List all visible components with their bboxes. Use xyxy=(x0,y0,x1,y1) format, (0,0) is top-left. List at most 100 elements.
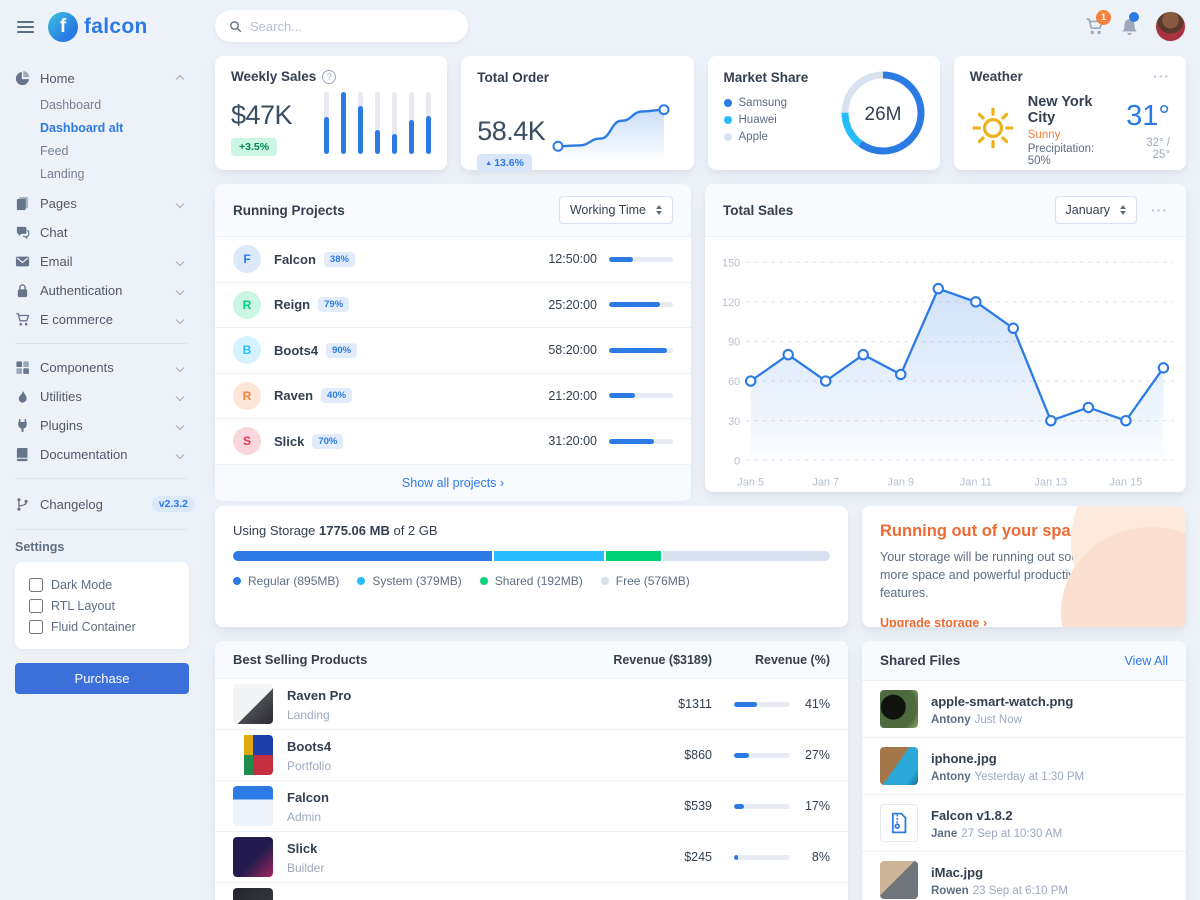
user-avatar[interactable] xyxy=(1155,11,1186,42)
sidebar-item-home[interactable]: Home xyxy=(15,64,195,93)
working-time-select[interactable]: Working Time xyxy=(559,196,673,224)
sidebar-subitem-dashboard-alt[interactable]: Dashboard alt xyxy=(40,116,195,139)
pages-icon xyxy=(15,196,30,211)
sidebar-item-pages[interactable]: Pages xyxy=(15,189,195,218)
sidebar-subitem-landing[interactable]: Landing xyxy=(40,162,195,185)
product-thumbnail xyxy=(233,888,273,900)
product-list: Raven ProLanding $1311 41% Boots4Portfol… xyxy=(215,679,848,900)
market-share-title: Market Share xyxy=(724,70,809,85)
more-menu-icon[interactable]: ··· xyxy=(1153,73,1170,80)
storage-row: Using Storage 1775.06 MB of 2 GB Regular… xyxy=(215,506,1186,627)
sidebar-item-utilities[interactable]: Utilities xyxy=(15,382,195,411)
cart-icon[interactable]: 1 xyxy=(1085,17,1104,36)
upgrade-storage-link[interactable]: Upgrade storage › xyxy=(880,616,987,627)
sidebar-item-e-commerce[interactable]: E commerce xyxy=(15,305,195,334)
sidebar-item-documentation[interactable]: Documentation xyxy=(15,440,195,469)
total-order-title: Total Order xyxy=(477,70,549,85)
project-name-link[interactable]: Reign xyxy=(274,297,310,312)
upgrade-storage-card: Running out of your space? Your storage … xyxy=(862,506,1186,627)
product-name-link[interactable]: Slick xyxy=(287,841,317,856)
weather-temperature: 31° xyxy=(1126,100,1170,133)
weekly-sales-value: $47K xyxy=(231,100,292,131)
setting-option-dark-mode: Dark Mode xyxy=(29,574,175,595)
checkbox-dark-mode[interactable] xyxy=(29,578,43,592)
storage-segment-regular xyxy=(233,551,492,561)
weather-condition: Sunny xyxy=(1028,129,1114,141)
product-name-link[interactable]: Boots4 xyxy=(287,739,331,754)
bottom-row: Best Selling Products Revenue ($3189) Re… xyxy=(215,641,1186,900)
divider xyxy=(15,529,187,530)
sidebar-item-changelog[interactable]: Changelog v2.3.2 xyxy=(15,488,195,520)
brand-name: falcon xyxy=(84,15,148,39)
product-row-raven-pro: Raven ProLanding $1311 41% xyxy=(215,679,848,730)
revenue-header: Revenue ($3189) xyxy=(562,653,712,667)
project-name-link[interactable]: Falcon xyxy=(274,252,316,267)
bell-icon[interactable] xyxy=(1120,17,1139,36)
search-input[interactable] xyxy=(250,19,454,34)
shared-files-title: Shared Files xyxy=(880,653,960,668)
project-name-link[interactable]: Slick xyxy=(274,434,304,449)
sidebar-subitem-dashboard[interactable]: Dashboard xyxy=(40,93,195,116)
file-name-link[interactable]: apple-smart-watch.png xyxy=(931,694,1073,709)
bar xyxy=(409,92,414,154)
sidebar-item-label: Components xyxy=(40,360,167,375)
best-selling-title: Best Selling Products xyxy=(233,652,562,667)
sidebar-item-label: Documentation xyxy=(40,447,167,462)
project-row-boots4: B Boots4 90% 58:20:00 xyxy=(215,328,691,374)
project-name-link[interactable]: Boots4 xyxy=(274,343,318,358)
storage-legend: Regular (895MB)System (379MB)Shared (192… xyxy=(233,574,830,588)
svg-text:Jan 11: Jan 11 xyxy=(960,476,992,488)
sidebar-item-label: Home xyxy=(40,71,167,86)
file-row-imac.jpg: iMac.jpg Rowen23 Sep at 6:10 PM xyxy=(862,852,1186,900)
product-row-falcon: FalconAdmin $539 17% xyxy=(215,781,848,832)
bar xyxy=(324,92,329,154)
product-percent: 27% xyxy=(790,748,830,762)
project-progress-bar xyxy=(609,393,673,398)
sidebar-item-authentication[interactable]: Authentication xyxy=(15,276,195,305)
month-select[interactable]: January xyxy=(1055,196,1137,224)
svg-text:Jan 13: Jan 13 xyxy=(1034,476,1067,488)
total-order-card: Total Order 58.4K ▲13.6% xyxy=(461,56,693,170)
project-row-reign: R Reign 79% 25:20:00 xyxy=(215,283,691,329)
email-icon xyxy=(15,254,30,269)
project-percent-badge: 90% xyxy=(326,343,357,358)
market-share-donut-chart: 26M xyxy=(838,68,928,163)
help-icon[interactable]: ? xyxy=(322,70,336,84)
storage-segment-free xyxy=(663,551,830,561)
weekly-sales-title: Weekly Sales xyxy=(231,69,316,84)
sidebar-item-components[interactable]: Components xyxy=(15,353,195,382)
brand-logo[interactable]: f falcon xyxy=(48,12,148,42)
file-name-link[interactable]: Falcon v1.8.2 xyxy=(931,808,1013,823)
product-name-link[interactable]: Raven Pro xyxy=(287,688,351,703)
checkbox-fluid-container[interactable] xyxy=(29,620,43,634)
menu-toggle-icon[interactable] xyxy=(15,17,36,37)
file-row-apple-smart-watch.png: apple-smart-watch.png AntonyJust Now xyxy=(862,681,1186,738)
divider xyxy=(15,343,187,344)
sidebar: f falcon Home DashboardDashboard altFeedL… xyxy=(0,0,201,900)
project-name-link[interactable]: Raven xyxy=(274,388,313,403)
file-name-link[interactable]: iphone.jpg xyxy=(931,751,997,766)
running-projects-title: Running Projects xyxy=(233,203,345,218)
sidebar-item-chat[interactable]: Chat xyxy=(15,218,195,247)
sidebar-item-email[interactable]: Email xyxy=(15,247,195,276)
sidebar-subitem-feed[interactable]: Feed xyxy=(40,139,195,162)
svg-text:90: 90 xyxy=(728,337,740,349)
project-list: F Falcon 38% 12:50:00 R Reign 79% 25:20:… xyxy=(215,237,691,465)
more-menu-icon[interactable]: ··· xyxy=(1151,207,1168,214)
sidebar-item-label: Email xyxy=(40,254,167,269)
weather-high-low: 32° / 25° xyxy=(1126,137,1170,161)
file-name-link[interactable]: iMac.jpg xyxy=(931,865,983,880)
product-progress-bar xyxy=(734,855,790,860)
svg-text:Jan 5: Jan 5 xyxy=(737,476,764,488)
product-name-link[interactable]: Falcon xyxy=(287,790,329,805)
product-percent: 17% xyxy=(790,799,830,813)
product-category: Admin xyxy=(287,810,622,824)
file-zip-icon xyxy=(880,804,918,842)
view-all-link[interactable]: View All xyxy=(1124,654,1168,668)
file-row-iphone.jpg: iphone.jpg AntonyYesterday at 1:30 PM xyxy=(862,738,1186,795)
storage-legend-item: Regular (895MB) xyxy=(233,574,339,588)
checkbox-rtl-layout[interactable] xyxy=(29,599,43,613)
sidebar-item-plugins[interactable]: Plugins xyxy=(15,411,195,440)
show-all-projects-link[interactable]: Show all projects › xyxy=(402,476,504,490)
purchase-button[interactable]: Purchase xyxy=(15,663,189,694)
